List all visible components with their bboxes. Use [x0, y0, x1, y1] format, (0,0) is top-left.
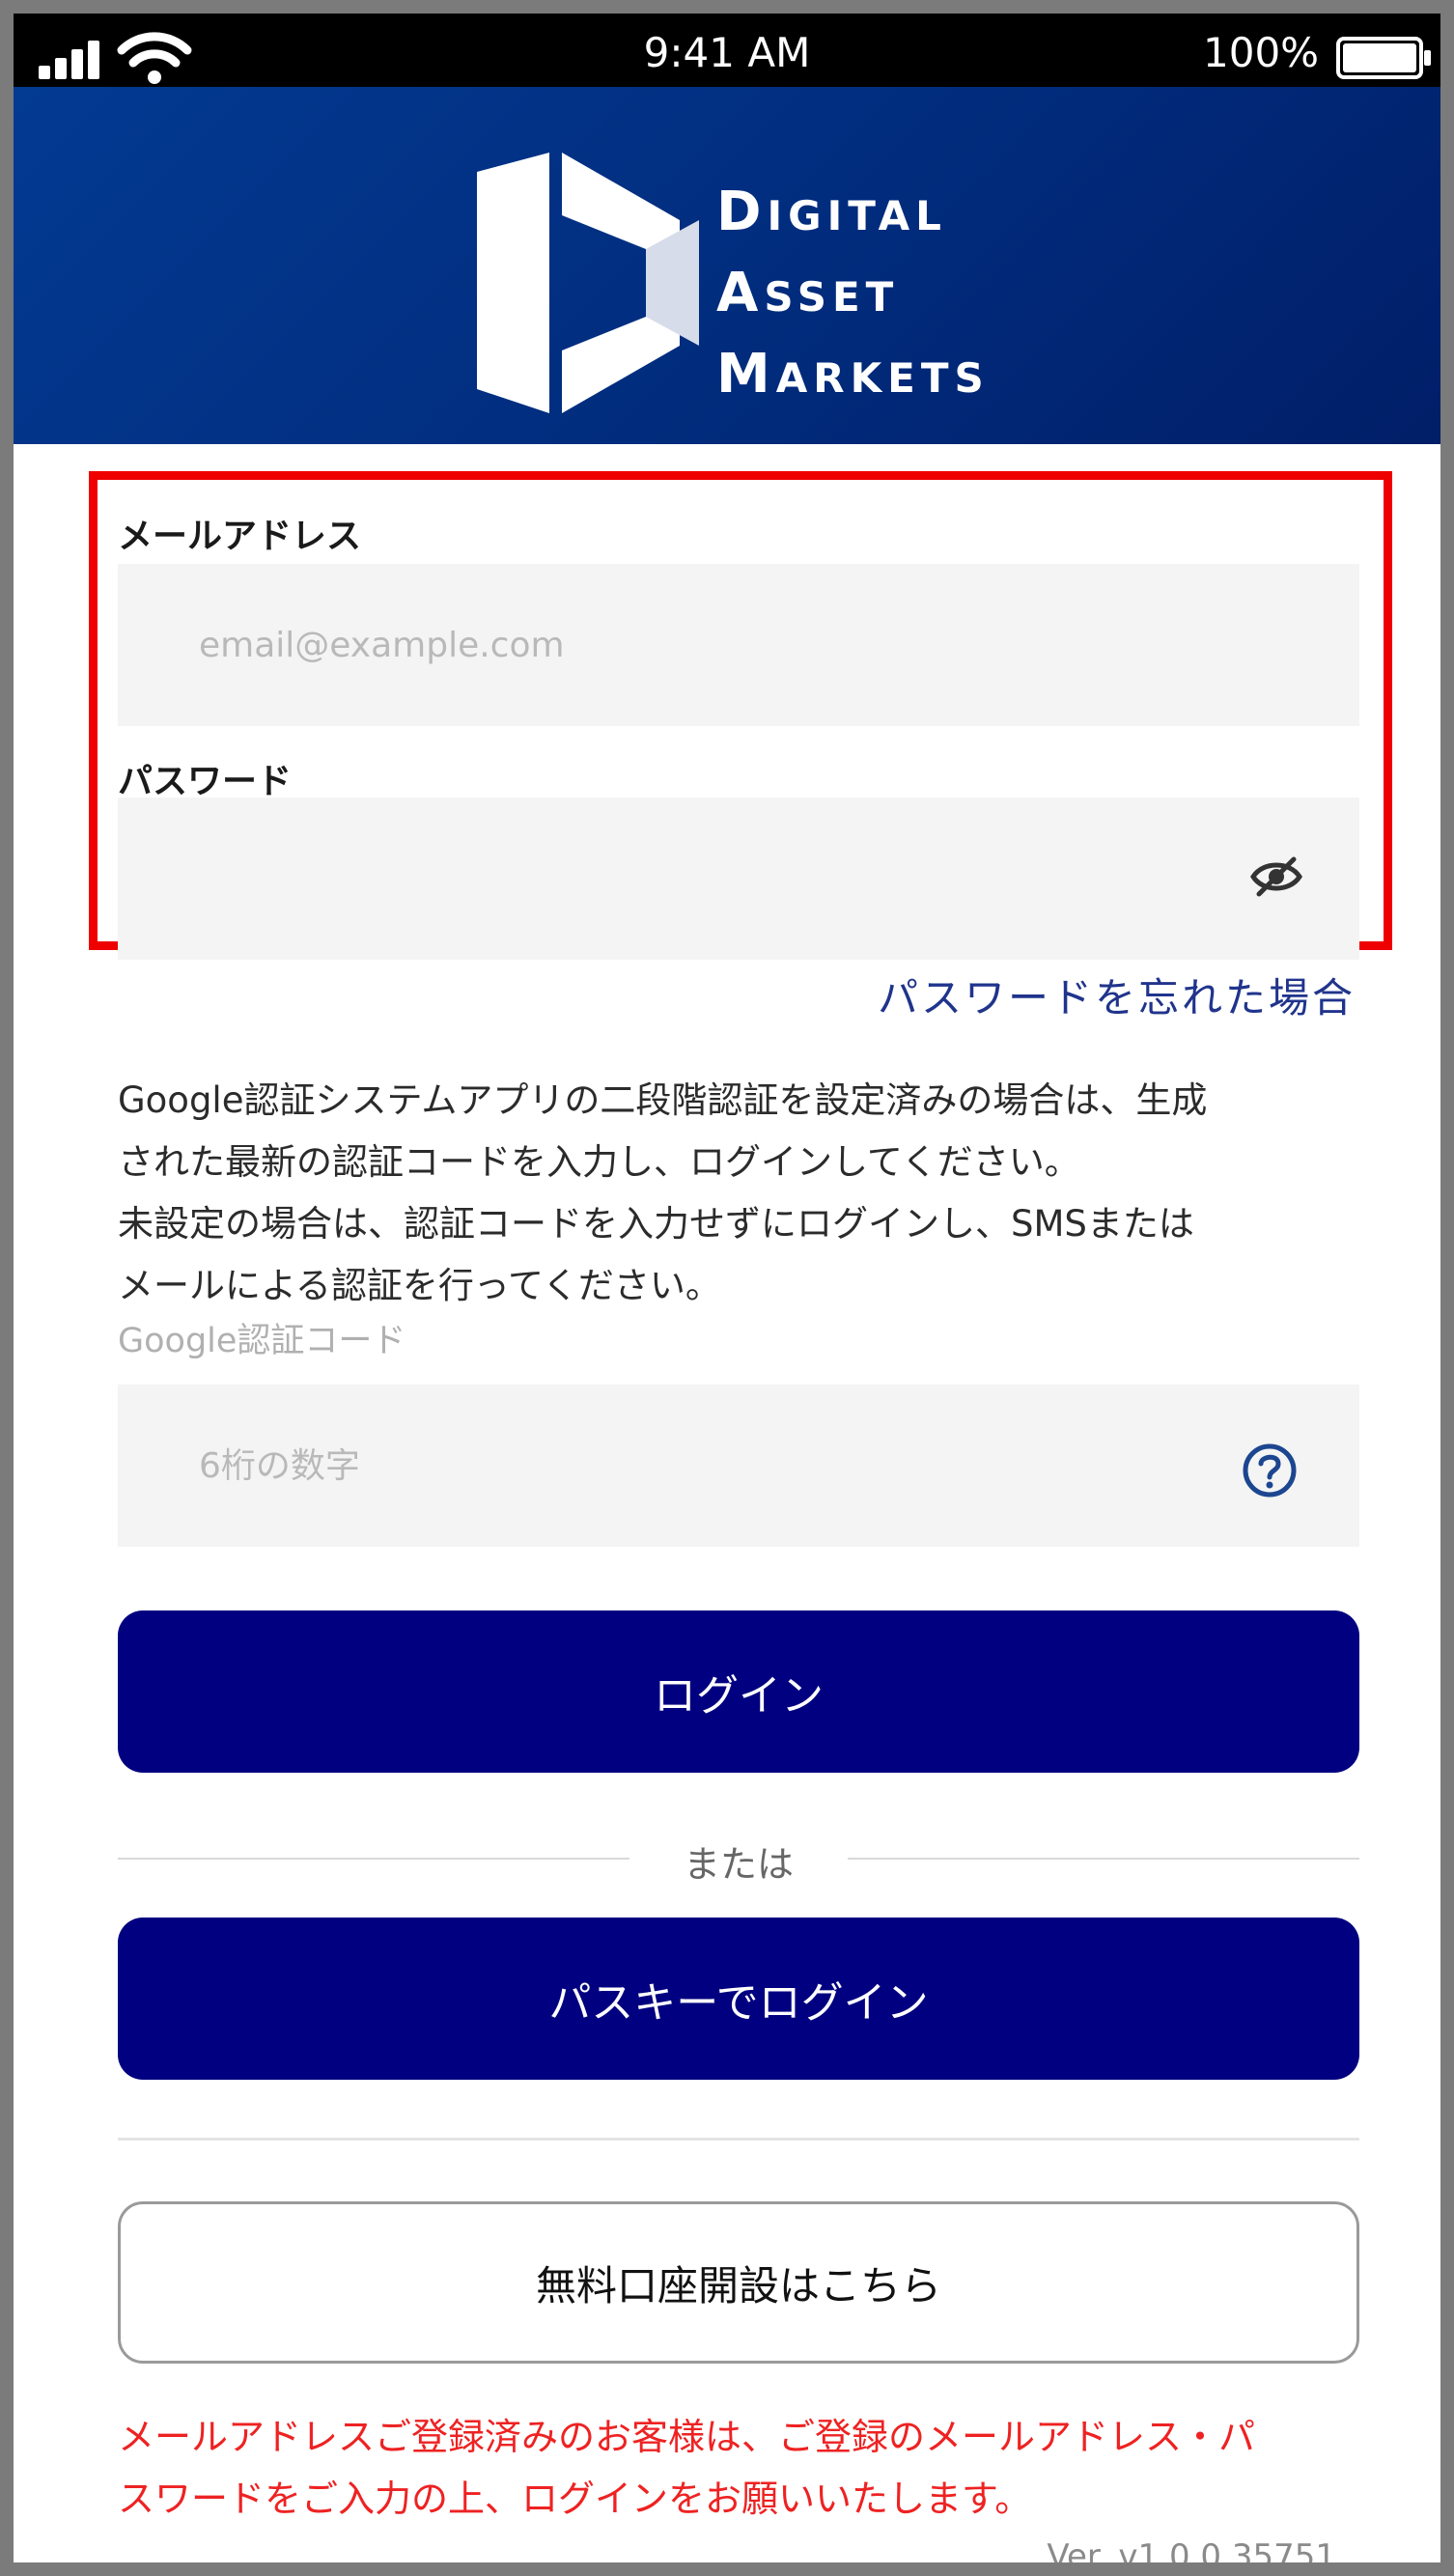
open-account-button[interactable]: 無料口座開設はこちら — [118, 2201, 1359, 2364]
password-input[interactable] — [118, 798, 1359, 960]
or-separator: または — [118, 1829, 1359, 1887]
info-line: メールによる認証を行ってください。 — [118, 1265, 721, 1306]
logo-line-2: ASSET — [716, 262, 900, 324]
logo-line-3: MARKETS — [716, 343, 990, 406]
notice-line: メールアドレスご登録済みのお客様は、ご登録のメールアドレス・パ — [118, 2416, 1256, 2458]
status-bar: 9:41 AM 100% — [14, 14, 1440, 87]
notice-line: スワードをご入力の上、ログインをお願いいたします。 — [118, 2478, 1032, 2520]
login-notice: メールアドレスご登録済みのお客様は、ご登録のメールアドレス・パ スワードをご入力… — [118, 2406, 1373, 2530]
logo-text: DIGITAL ASSET MARKETS — [716, 174, 990, 417]
app-header: DIGITAL ASSET MARKETS — [14, 87, 1440, 444]
version-text: Ver. v1.0.0 35751 — [1047, 2537, 1336, 2576]
phone-frame: 9:41 AM 100% DIGITAL ASSET MARKETS メールアド… — [0, 0, 1454, 2576]
google-code-input[interactable] — [118, 1385, 1359, 1547]
password-label: パスワード — [118, 762, 293, 801]
separator-line — [848, 1858, 1359, 1860]
info-line: された最新の認証コードを入力し、ログインしてください。 — [118, 1141, 1080, 1183]
google-code-label: Google認証コード — [118, 1322, 406, 1360]
eye-off-icon[interactable] — [1249, 854, 1303, 900]
battery-icon — [1336, 37, 1431, 79]
forgot-password-link[interactable]: パスワードを忘れた場合 — [878, 966, 1356, 1024]
email-input[interactable] — [118, 564, 1359, 726]
battery-percent: 100% — [1203, 29, 1320, 76]
divider — [118, 2138, 1359, 2141]
logo-line-1: DIGITAL — [716, 181, 947, 243]
info-line: Google認証システムアプリの二段階認証を設定済みの場合は、生成 — [118, 1079, 1208, 1121]
info-line: 未設定の場合は、認証コードを入力せずにログインし、SMSまたは — [118, 1203, 1194, 1245]
login-button[interactable]: ログイン — [118, 1610, 1359, 1773]
two-factor-info: Google認証システムアプリの二段階認証を設定済みの場合は、生成 された最新の… — [118, 1070, 1373, 1317]
dam-logo-icon — [477, 153, 699, 413]
question-circle-icon[interactable] — [1242, 1442, 1298, 1498]
passkey-login-button[interactable]: パスキーでログイン — [118, 1918, 1359, 2080]
or-text: または — [683, 1843, 794, 1886]
email-label: メールアドレス — [118, 517, 362, 556]
